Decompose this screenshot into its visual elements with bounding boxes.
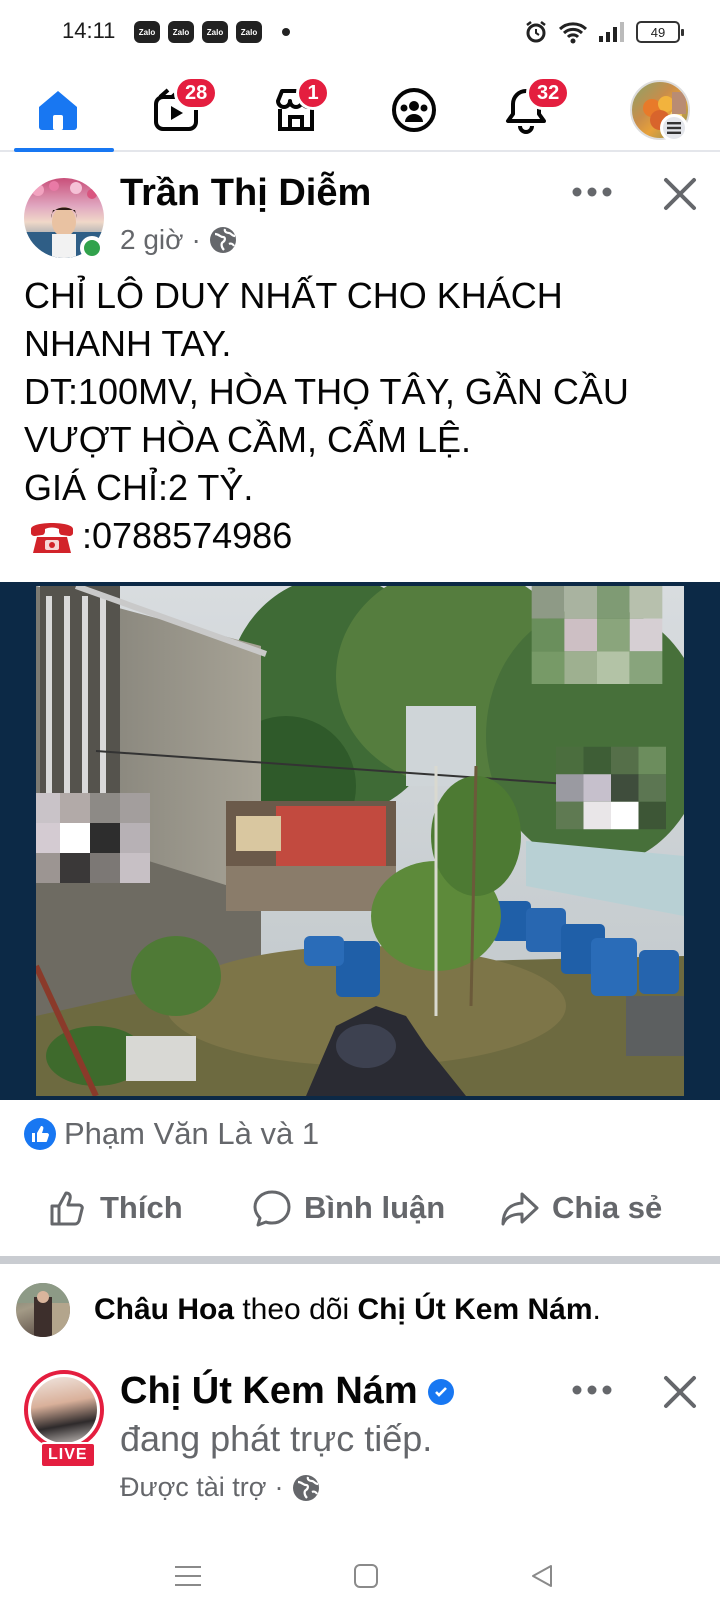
system-navigation-bar (0, 1540, 720, 1612)
post-photo-container[interactable] (0, 582, 720, 1100)
post-body-text: CHỈ LÔ DUY NHẤT CHO KHÁCH NHANH TAY. DT:… (24, 272, 704, 560)
post-text-line: CHỈ LÔ DUY NHẤT CHO KHÁCH (24, 275, 563, 316)
sponsored-more-button[interactable] (564, 1370, 620, 1410)
follow-text: Châu Hoa theo dõi Chị Út Kem Nám. (94, 1293, 601, 1326)
post-more-button[interactable] (564, 172, 620, 212)
sponsored-label-row: Được tài trợ · (120, 1472, 320, 1503)
blurred-watermark (36, 793, 150, 883)
more-notifications-dot (282, 28, 290, 36)
menu-lines-icon (175, 1566, 201, 1586)
comment-icon (253, 1190, 291, 1227)
globe-icon (292, 1474, 319, 1501)
watch-badge: 28 (174, 76, 219, 110)
more-dots-icon (572, 1385, 612, 1395)
recent-apps-button[interactable] (166, 1554, 210, 1598)
followed-page-name[interactable]: Chị Út Kem Nám (357, 1293, 592, 1326)
post-text-line: NHANH TAY. (24, 323, 232, 364)
post-meta: 2 giờ · (120, 224, 237, 256)
nav-tab-menu[interactable] (610, 70, 710, 150)
notifications-badge: 32 (526, 76, 571, 110)
blurred-watermark (556, 746, 666, 830)
sponsored-label[interactable]: Được tài trợ (120, 1472, 267, 1503)
like-reaction-icon (24, 1118, 56, 1150)
post-text-line: GIÁ CHỈ:2 TỶ. (24, 467, 254, 508)
alarm-icon (526, 21, 546, 43)
nav-tab-notifications[interactable]: 32 (476, 70, 576, 150)
post-text-line: VƯỢT HÒA CẦM, CẨM LỆ. (24, 419, 472, 460)
reactions-text: Phạm Văn Là và 1 (64, 1116, 320, 1151)
feed-separator (0, 1256, 720, 1264)
wifi-icon (558, 22, 588, 44)
profile-menu-icon (660, 114, 688, 142)
sponsored-page-name-row: Chị Út Kem Nám (120, 1370, 454, 1413)
live-status-text: đang phát trực tiếp. (120, 1418, 433, 1459)
live-badge: LIVE (40, 1442, 96, 1468)
zalo-notification-icon: Zalo (202, 21, 228, 43)
sponsored-page-name[interactable]: Chị Út Kem Nám (120, 1370, 418, 1413)
sponsored-post-header: LIVE Chị Út Kem Nám đang phát trực tiếp.… (0, 1356, 720, 1506)
like-label: Thích (100, 1190, 183, 1225)
post-text-line: DT:100MV, HÒA THỌ TÂY, GẦN CẦU (24, 371, 629, 412)
close-icon (664, 1376, 696, 1408)
back-triangle-icon (532, 1565, 552, 1587)
nav-tab-groups[interactable] (364, 70, 464, 150)
comment-button[interactable]: Bình luận (252, 1172, 445, 1244)
share-button[interactable]: Chia sẻ (500, 1172, 662, 1244)
zalo-notification-icon: Zalo (134, 21, 160, 43)
marketplace-badge: 1 (296, 76, 330, 110)
telephone-icon (31, 523, 73, 553)
post-photo (36, 586, 684, 1096)
square-home-icon (354, 1564, 378, 1588)
home-system-button[interactable] (344, 1554, 388, 1598)
post-time[interactable]: 2 giờ (120, 224, 184, 256)
post-phone-number[interactable]: :0788574986 (82, 512, 292, 560)
nav-tab-home[interactable] (8, 70, 114, 152)
page-avatar (31, 1377, 97, 1443)
groups-icon (392, 88, 436, 132)
like-button[interactable]: Thích (48, 1172, 183, 1244)
post-phone-line: :0788574986 (24, 512, 704, 560)
zalo-notification-icon: Zalo (168, 21, 194, 43)
signal-icon (599, 22, 624, 42)
share-label: Chia sẻ (552, 1190, 663, 1225)
status-bar: 14:11 Zalo Zalo Zalo Zalo 49 (0, 0, 720, 66)
sponsored-hide-button[interactable] (654, 1366, 706, 1418)
thumbs-up-icon (50, 1191, 84, 1226)
top-navigation: 28 1 32 (0, 70, 720, 152)
follower-avatar[interactable] (16, 1283, 70, 1337)
post-header: Trần Thị Diễm 2 giờ · (0, 152, 720, 272)
follow-notice[interactable]: Châu Hoa theo dõi Chị Út Kem Nám. (16, 1282, 706, 1338)
post-author-name[interactable]: Trần Thị Diễm (120, 172, 371, 215)
post-hide-button[interactable] (654, 168, 706, 220)
meta-separator: · (191, 224, 201, 255)
back-system-button[interactable] (520, 1554, 564, 1598)
close-icon (664, 178, 696, 210)
live-avatar[interactable] (24, 1370, 104, 1450)
follower-name[interactable]: Châu Hoa (94, 1293, 234, 1326)
battery-indicator: 49 (636, 21, 684, 43)
blurred-watermark (531, 586, 663, 684)
share-icon (501, 1192, 539, 1226)
zalo-notification-icon: Zalo (236, 21, 262, 43)
nav-tab-marketplace[interactable]: 1 (246, 70, 346, 150)
comment-label: Bình luận (304, 1190, 446, 1225)
verified-badge-icon (427, 1378, 454, 1405)
nav-tab-watch[interactable]: 28 (126, 70, 226, 150)
globe-icon (209, 227, 236, 253)
home-icon (39, 91, 77, 130)
online-status-indicator (80, 236, 104, 260)
more-dots-icon (572, 187, 612, 197)
reactions-summary[interactable]: Phạm Văn Là và 1 (24, 1114, 319, 1154)
post-actions: Thích Bình luận Chia sẻ (0, 1172, 720, 1244)
status-time: 14:11 (62, 18, 116, 43)
